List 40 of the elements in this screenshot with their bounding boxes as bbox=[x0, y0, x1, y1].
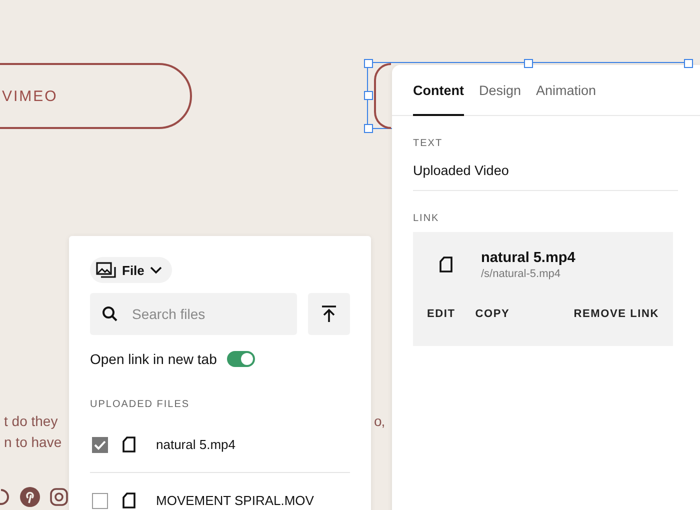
text-value: Uploaded Video bbox=[413, 163, 678, 191]
images-icon bbox=[96, 262, 116, 278]
section-label: TEXT bbox=[413, 138, 444, 149]
source-dropdown[interactable]: File bbox=[90, 257, 172, 283]
body-text: t do they bbox=[4, 412, 59, 430]
resize-handle[interactable] bbox=[684, 59, 693, 68]
action-link[interactable]: EDIT bbox=[427, 308, 456, 320]
upload-icon bbox=[321, 305, 338, 323]
checkbox[interactable] bbox=[92, 436, 108, 452]
search-input[interactable]: Search files bbox=[130, 305, 284, 323]
action-link[interactable]: REMOVE LINK bbox=[574, 308, 659, 320]
pinterest-icon[interactable] bbox=[20, 487, 40, 507]
search-field[interactable]: Search files bbox=[90, 293, 298, 335]
document-icon bbox=[439, 256, 453, 273]
file-name[interactable]: MOVEMENT SPIRAL.MOV bbox=[156, 493, 314, 508]
resize-handle[interactable] bbox=[364, 59, 373, 68]
chevron-down-icon bbox=[150, 266, 162, 274]
file-path: /s/natural-5.mp4 bbox=[481, 268, 562, 280]
tab[interactable]: Animation bbox=[536, 83, 596, 116]
instagram-icon[interactable] bbox=[50, 488, 68, 506]
body-text: o, bbox=[374, 412, 385, 430]
file-name: natural 5.mp4 bbox=[481, 250, 576, 266]
resize-handle[interactable] bbox=[364, 91, 373, 100]
tab[interactable]: Content bbox=[413, 83, 464, 116]
toggle-switch[interactable] bbox=[226, 351, 255, 367]
document-icon bbox=[122, 492, 136, 509]
toggle-label: Open link in new tab bbox=[90, 351, 217, 367]
action-link[interactable]: COPY bbox=[475, 308, 510, 320]
section-label: LINK bbox=[413, 213, 440, 224]
checkbox[interactable] bbox=[92, 492, 108, 508]
section-label: UPLOADED FILES bbox=[90, 399, 191, 410]
document-icon bbox=[122, 436, 136, 453]
tab[interactable]: Design bbox=[479, 83, 522, 116]
search-icon bbox=[102, 306, 118, 322]
vimeo-button[interactable]: VIMEO bbox=[0, 63, 192, 129]
upload-button[interactable] bbox=[308, 293, 350, 335]
resize-handle[interactable] bbox=[364, 124, 373, 133]
resize-handle[interactable] bbox=[524, 59, 533, 68]
file-name[interactable]: natural 5.mp4 bbox=[156, 437, 236, 452]
body-text: n to have bbox=[4, 433, 62, 451]
